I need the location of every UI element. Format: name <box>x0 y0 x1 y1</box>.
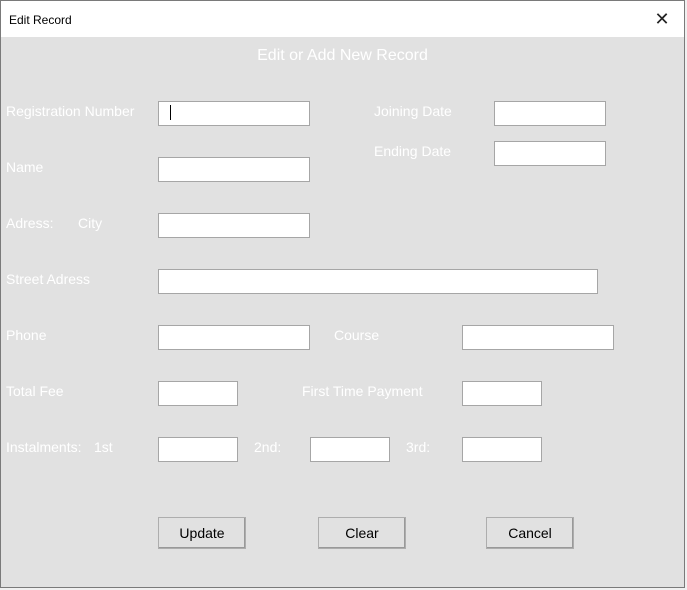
ending-date-label: Ending Date <box>374 143 452 159</box>
clear-button[interactable]: Clear <box>318 517 406 549</box>
form-heading: Edit or Add New Record <box>257 47 428 64</box>
phone-input[interactable] <box>158 325 310 350</box>
registration-number-input[interactable] <box>158 101 310 126</box>
city-input[interactable] <box>158 213 310 238</box>
update-button[interactable]: Update <box>158 517 246 549</box>
city-label: City <box>78 215 103 231</box>
joining-date-label: Joining Date <box>374 103 452 119</box>
text-caret <box>170 105 171 120</box>
joining-date-input[interactable] <box>494 101 606 126</box>
course-label: Course <box>334 327 380 343</box>
title-bar[interactable]: Edit Record ✕ <box>1 1 684 37</box>
close-icon: ✕ <box>654 8 670 29</box>
instalments-label: Instalments: <box>6 439 82 455</box>
street-address-label: Street Adress <box>6 271 91 287</box>
window-title: Edit Record <box>9 13 72 27</box>
cancel-button[interactable]: Cancel <box>486 517 574 549</box>
instalment-1st-input[interactable] <box>158 437 238 462</box>
total-fee-label: Total Fee <box>6 383 64 399</box>
form-area: Edit or Add New Record Registration Numb… <box>1 37 684 587</box>
first-time-payment-label: First Time Payment <box>302 383 423 399</box>
instalment-2nd-input[interactable] <box>310 437 390 462</box>
course-input[interactable] <box>462 325 614 350</box>
ending-date-input[interactable] <box>494 141 606 166</box>
total-fee-input[interactable] <box>158 381 238 406</box>
street-address-input[interactable] <box>158 269 598 294</box>
address-label: Adress: <box>6 215 54 231</box>
registration-number-label: Registration Number <box>6 103 135 119</box>
instalment-3rd-label: 3rd: <box>406 439 431 455</box>
first-time-payment-input[interactable] <box>462 381 542 406</box>
instalment-1st-label: 1st <box>94 439 113 455</box>
edit-record-window: Edit Record ✕ Edit or Add New Record Reg… <box>0 0 685 588</box>
name-label: Name <box>6 159 44 175</box>
name-input[interactable] <box>158 157 310 182</box>
close-button[interactable]: ✕ <box>640 1 684 37</box>
instalment-3rd-input[interactable] <box>462 437 542 462</box>
phone-label: Phone <box>6 327 47 343</box>
instalment-2nd-label: 2nd: <box>254 439 282 455</box>
